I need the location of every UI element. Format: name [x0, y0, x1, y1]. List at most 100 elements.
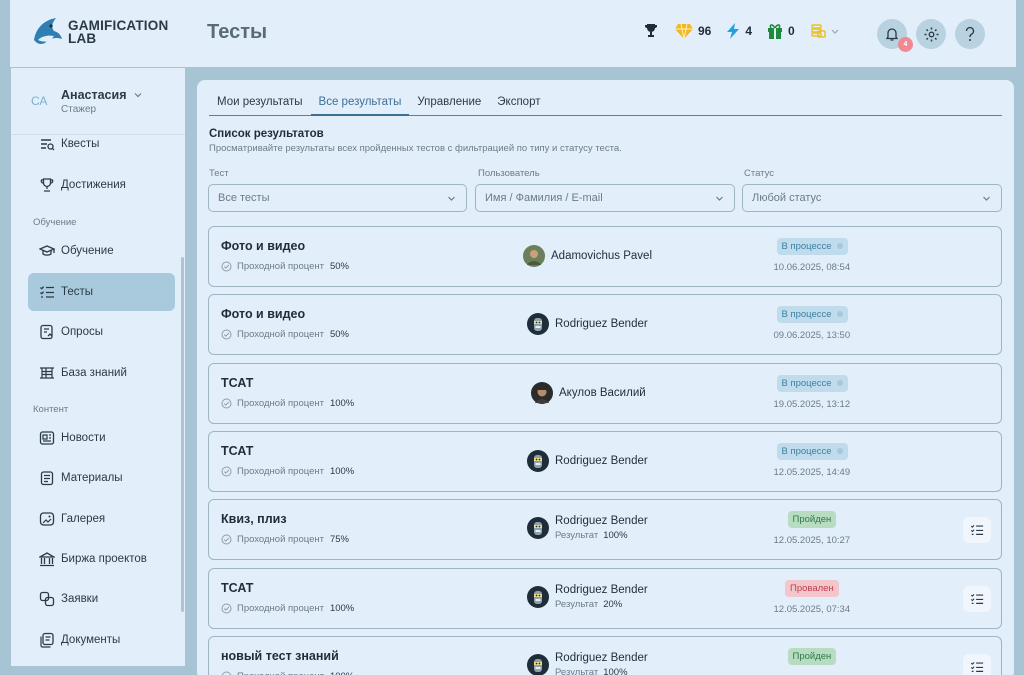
checklist-icon: [970, 593, 984, 604]
notifications-badge: 4: [898, 37, 913, 52]
knowledge-base-icon: [40, 367, 54, 379]
result-user[interactable]: Rodriguez Bender: [527, 450, 648, 472]
top-header: GAMIFICATION LAB Тесты 96 4 0 4: [10, 0, 1016, 67]
result-user[interactable]: Rodriguez Bender Результат 20%: [527, 584, 648, 610]
pass-percent: Проходной процент 75%: [221, 534, 349, 545]
filter-test-label: Тест: [209, 168, 229, 179]
gifts-stat[interactable]: 0: [766, 22, 795, 40]
sidebar-item-materials[interactable]: Материалы: [28, 459, 175, 497]
help-button[interactable]: [955, 19, 985, 49]
sidebar-item-project-exchange[interactable]: Биржа проектов: [28, 540, 175, 578]
filter-status-select[interactable]: Любой статус: [742, 184, 1002, 212]
checklist-icon: [970, 661, 984, 672]
sidebar-item-label: Обучение: [61, 245, 114, 257]
check-circle-icon: [221, 466, 232, 477]
result-user[interactable]: Adamovichus Pavel: [523, 245, 652, 267]
sidebar-scrollbar[interactable]: [181, 257, 184, 612]
pass-label: Проходной процент: [237, 466, 324, 477]
section-learning: Обучение: [33, 217, 77, 228]
result-user[interactable]: Rodriguez Bender: [527, 313, 648, 335]
test-title: ТСАТ: [221, 581, 254, 595]
result-user[interactable]: Rodriguez Bender Результат 100%: [527, 515, 648, 541]
gems-stat[interactable]: 96: [674, 22, 711, 40]
sidebar-item-tests[interactable]: Тесты: [28, 273, 175, 311]
gear-icon: [924, 27, 938, 41]
sidebar-item-gallery[interactable]: Галерея: [28, 500, 175, 538]
sidebar-item-knowledge-base[interactable]: База знаний: [28, 354, 175, 392]
result-card[interactable]: Фото и видео Проходной процент 50% Rodrigue…: [208, 294, 1002, 355]
sidebar-item-learning[interactable]: Обучение: [28, 232, 175, 270]
coins-dropdown[interactable]: [809, 22, 839, 40]
checklist-icon: [970, 524, 984, 535]
filter-test-value: Все тесты: [218, 192, 270, 204]
help-icon: [965, 26, 975, 41]
coins-icon: [810, 24, 826, 38]
user-avatar: [527, 654, 549, 675]
filter-user-input[interactable]: Имя / Фамилия / E-mail: [475, 184, 735, 212]
sidebar-item-documents[interactable]: Документы: [28, 621, 175, 659]
results-tabs: Мои результаты Все результаты Управление…: [209, 93, 1002, 116]
pass-value: 100%: [329, 466, 355, 477]
news-icon: [39, 431, 55, 445]
test-title: ТСАТ: [221, 444, 254, 458]
sidebar-item-requests[interactable]: Заявки: [28, 580, 175, 618]
user-avatar: [527, 517, 549, 539]
test-title: Квиз, плиз: [221, 512, 287, 526]
status-dot: [836, 311, 843, 318]
tab-management[interactable]: Управление: [409, 93, 489, 116]
sidebar-item-label: Опросы: [61, 326, 103, 338]
user-result: Результат 20%: [555, 599, 648, 610]
result-label: Результат: [555, 667, 599, 675]
user-name: Rodriguez Bender: [555, 584, 648, 596]
result-card[interactable]: ТСАТ Проходной процент 100% Rodriguez Bende…: [208, 431, 1002, 492]
app-logo[interactable]: GAMIFICATION LAB: [30, 14, 168, 50]
section-subtitle: Просматривайте результаты всех пройденны…: [209, 143, 622, 154]
sidebar-item-news[interactable]: Новости: [28, 419, 175, 457]
status-badge: Провален: [785, 580, 839, 597]
pass-label: Проходной процент: [237, 534, 324, 545]
status-dot: [836, 448, 843, 455]
result-label: Результат: [555, 530, 599, 541]
shark-logo-icon: [34, 18, 62, 44]
tab-all-results[interactable]: Все результаты: [310, 93, 410, 116]
energy-stat[interactable]: 4: [725, 22, 752, 40]
result-value: 100%: [603, 530, 628, 541]
tab-my-results[interactable]: Мои результаты: [209, 93, 311, 116]
result-date: 09.06.2025, 13:50: [773, 330, 851, 341]
chevron-down-icon: [134, 92, 142, 97]
checklist-icon: [40, 286, 54, 298]
sidebar-item-achievements[interactable]: Достижения: [28, 166, 175, 204]
notifications-button[interactable]: 4: [877, 19, 913, 52]
filter-test-select[interactable]: Все тесты: [208, 184, 467, 212]
settings-button[interactable]: [916, 19, 946, 49]
check-circle-icon: [221, 329, 232, 340]
user-role: Стажер: [61, 103, 97, 115]
user-avatar: [523, 245, 545, 267]
documents-icon: [40, 632, 54, 648]
test-title: ТСАТ: [221, 376, 254, 390]
result-user[interactable]: Rodriguez Bender Результат 100%: [527, 652, 648, 675]
sidebar-item-quests[interactable]: Квесты: [28, 125, 175, 163]
sidebar-item-surveys[interactable]: Опросы: [28, 313, 175, 351]
gallery-icon: [39, 512, 55, 526]
result-card[interactable]: ТСАТ Проходной процент 100% Акулов Василий В…: [208, 363, 1002, 424]
check-circle-icon: [221, 398, 232, 409]
view-answers-button[interactable]: [963, 654, 991, 675]
status-dot: [836, 243, 843, 250]
tab-export[interactable]: Экспорт: [489, 93, 548, 116]
test-title: Фото и видео: [221, 239, 306, 253]
result-card[interactable]: Фото и видео Проходной процент 50% Adamovic…: [208, 226, 1002, 287]
trophy-stat[interactable]: [642, 22, 660, 40]
view-answers-button[interactable]: [963, 586, 991, 612]
status-text: Пройден: [792, 651, 832, 662]
result-card[interactable]: ТСАТ Проходной процент 100% Rodriguez Bende…: [208, 568, 1002, 629]
diamond-icon: [675, 23, 693, 40]
sidebar-item-label: Документы: [61, 634, 121, 646]
result-user[interactable]: Акулов Василий: [531, 382, 646, 404]
user-result: Результат 100%: [555, 667, 648, 675]
result-card[interactable]: новый тест знанийПроходной процент100%Ro…: [208, 636, 1002, 675]
user-name: Акулов Василий: [559, 387, 646, 399]
view-answers-button[interactable]: [963, 517, 991, 543]
status-text: В процессе: [781, 309, 832, 320]
result-card[interactable]: Квиз, плиз Проходной процент 75% Rodriguez …: [208, 499, 1002, 560]
